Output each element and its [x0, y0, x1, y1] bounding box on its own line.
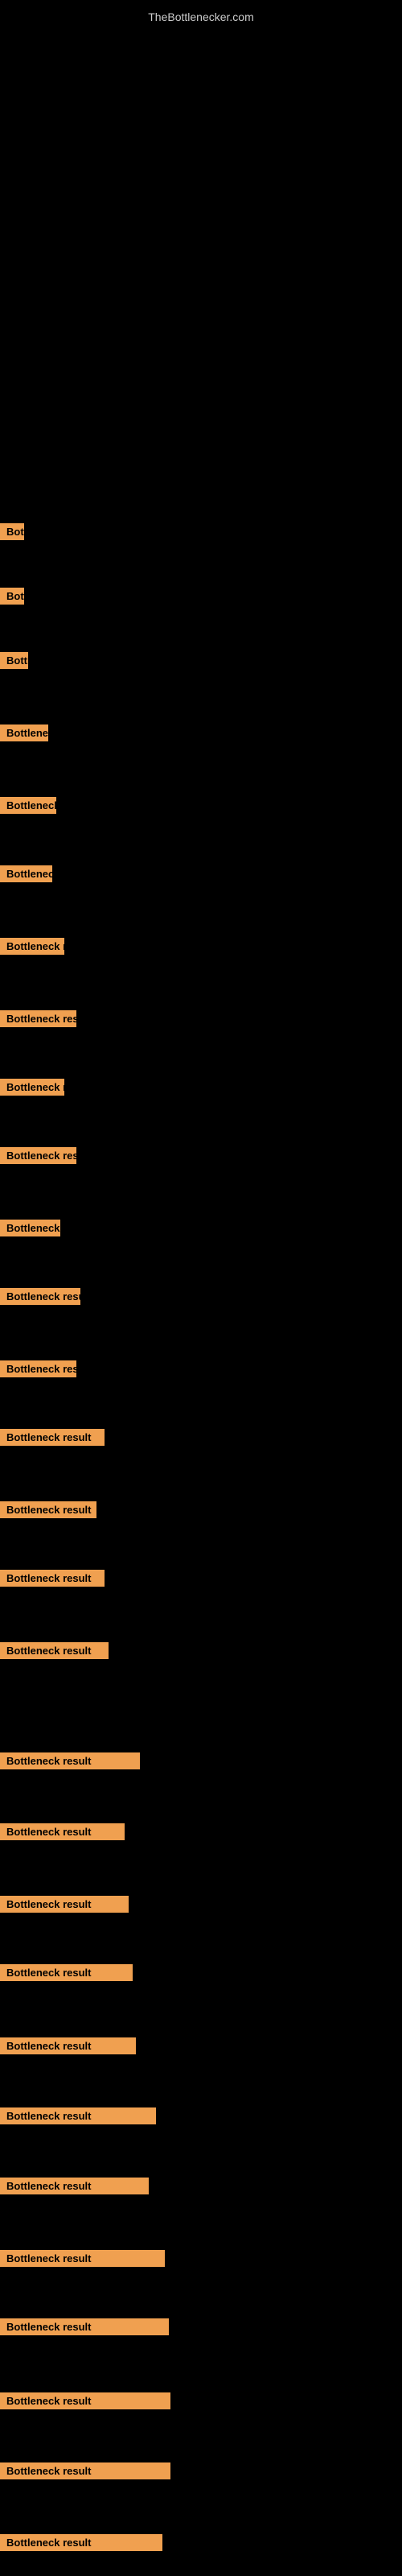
- bottleneck-result-label: Bottleneck result: [0, 1896, 129, 1913]
- bottleneck-result-label: Bottleneck result: [0, 2462, 170, 2479]
- site-title: TheBottlenecker.com: [0, 4, 402, 30]
- bottleneck-result-label: Bottleneck result: [0, 1147, 76, 1164]
- bottleneck-result-label: Bottleneck result: [0, 1079, 64, 1096]
- bottleneck-result-label: Bottleneck result: [0, 1823, 125, 1840]
- bottleneck-result-label: Bottleneck result: [0, 2318, 169, 2335]
- bottleneck-result-label: Bottleneck result: [0, 724, 48, 741]
- bottleneck-result-label: Bottleneck result: [0, 1570, 105, 1587]
- bottleneck-result-label: Bottleneck result: [0, 2178, 149, 2194]
- bottleneck-result-label: Bottleneck result: [0, 2107, 156, 2124]
- bottleneck-result-label: Bottleneck result: [0, 2534, 162, 2551]
- bottleneck-result-label: Bottleneck result: [0, 938, 64, 955]
- bottleneck-result-label: Bottleneck result: [0, 1360, 76, 1377]
- bottleneck-result-label: Bottleneck result: [0, 1429, 105, 1446]
- bottleneck-result-label: Bottleneck result: [0, 865, 52, 882]
- bottleneck-result-label: Bottleneck result: [0, 2037, 136, 2054]
- bottleneck-result-label: Bottleneck result: [0, 1964, 133, 1981]
- bottleneck-result-label: Bottleneck result: [0, 2392, 170, 2409]
- bottleneck-result-label: Bottleneck result: [0, 1288, 80, 1305]
- bottleneck-result-label: Bottleneck result: [0, 1010, 76, 1027]
- bottleneck-result-label: Bottleneck result: [0, 797, 56, 814]
- bottleneck-result-label: Bottleneck result: [0, 1501, 96, 1518]
- bottleneck-result-label: Bottleneck result: [0, 1642, 109, 1659]
- bottleneck-result-label: Bottleneck result: [0, 523, 24, 540]
- bottleneck-result-label: Bottleneck result: [0, 652, 28, 669]
- bottleneck-result-label: Bottleneck result: [0, 2250, 165, 2267]
- bottleneck-result-label: Bottleneck result: [0, 1752, 140, 1769]
- bottleneck-result-label: Bottleneck result: [0, 588, 24, 605]
- bottleneck-result-label: Bottleneck result: [0, 1220, 60, 1236]
